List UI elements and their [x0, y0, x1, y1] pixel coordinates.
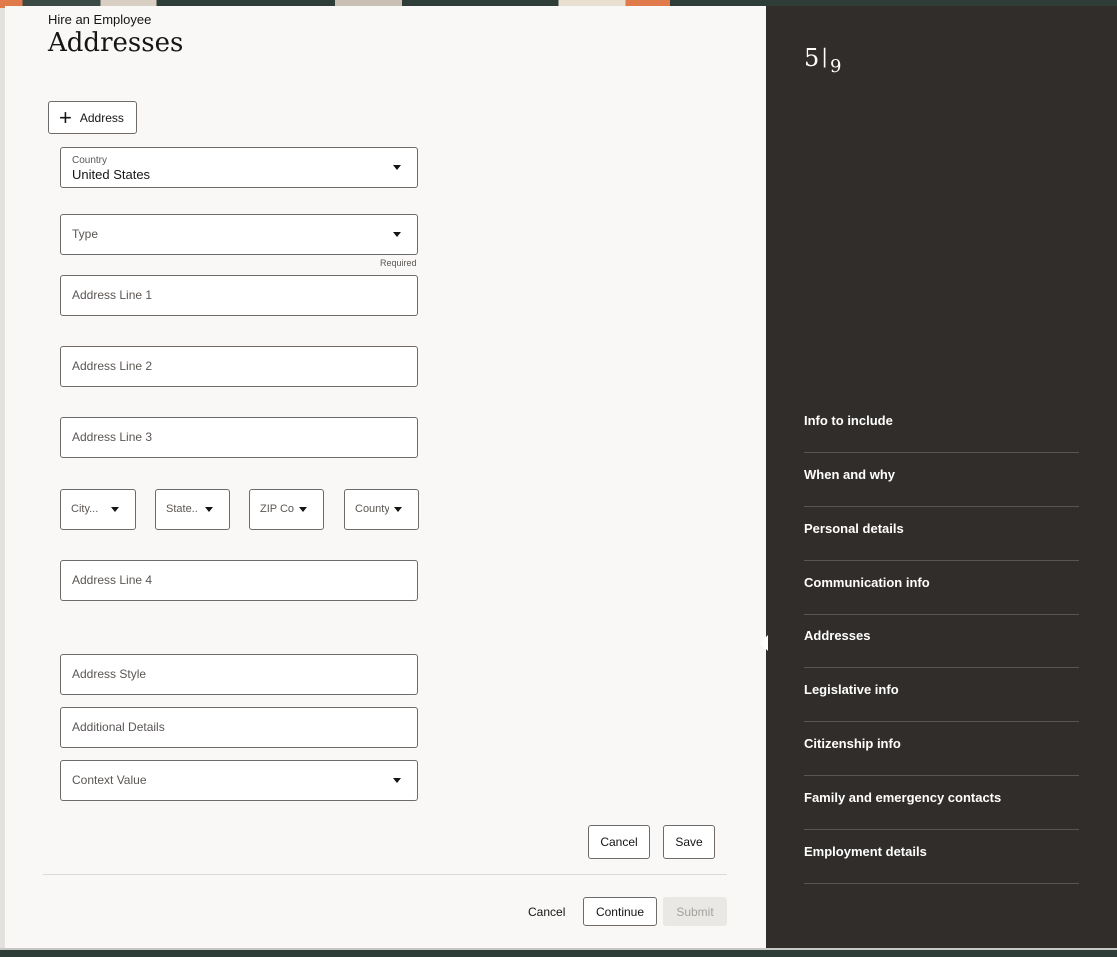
- form-cancel-button[interactable]: Cancel: [588, 825, 650, 859]
- continue-button[interactable]: Continue: [583, 897, 657, 926]
- address-line-2-placeholder: Address Line 2: [72, 359, 153, 373]
- step-label: Info to include: [804, 413, 893, 428]
- total-steps: 9: [830, 56, 842, 77]
- current-step: 5: [804, 44, 820, 72]
- address-line-2-input[interactable]: Address Line 2: [60, 346, 418, 387]
- active-step-pointer: [760, 635, 768, 651]
- additional-details-placeholder: Additional Details: [72, 720, 165, 734]
- city-placeholder: City...: [71, 503, 99, 515]
- plus-icon: +: [59, 104, 72, 130]
- address-style-input[interactable]: Address Style: [60, 654, 418, 695]
- address-line-3-placeholder: Address Line 3: [72, 430, 153, 444]
- bottom-edge: [0, 948, 1117, 957]
- step-citizenship-info[interactable]: Citizenship info: [804, 723, 1079, 776]
- chevron-down-icon: [299, 507, 307, 512]
- address-line-1-placeholder: Address Line 1: [72, 288, 153, 302]
- chevron-down-icon: [111, 507, 119, 512]
- address-style-placeholder: Address Style: [72, 667, 147, 681]
- step-when-and-why[interactable]: When and why: [804, 454, 1079, 507]
- step-label: Legislative info: [804, 682, 899, 697]
- page-eyebrow: Hire an Employee: [48, 12, 152, 27]
- step-legislative-info[interactable]: Legislative info: [804, 669, 1079, 722]
- country-select[interactable]: Country United States: [60, 147, 418, 188]
- address-line-4-input[interactable]: Address Line 4: [60, 560, 418, 601]
- chevron-down-icon: [394, 507, 402, 512]
- zip-placeholder: ZIP Co: [260, 503, 295, 515]
- footer-cancel-button[interactable]: Cancel: [528, 905, 565, 919]
- step-label: Addresses: [804, 628, 871, 643]
- county-placeholder: County: [355, 503, 389, 515]
- step-addresses[interactable]: Addresses: [804, 615, 1079, 668]
- step-label: Personal details: [804, 521, 904, 536]
- context-value-placeholder: Context Value: [72, 773, 147, 787]
- additional-details-input[interactable]: Additional Details: [60, 707, 418, 748]
- add-address-button[interactable]: + Address: [48, 101, 137, 134]
- step-label: When and why: [804, 467, 895, 482]
- step-counter: 5 | 9: [804, 44, 841, 77]
- step-label: Employment details: [804, 844, 927, 859]
- add-address-label: Address: [79, 110, 124, 125]
- page-title: Addresses: [48, 28, 184, 58]
- country-label: Country: [72, 155, 108, 166]
- step-label: Citizenship info: [804, 736, 901, 751]
- type-select[interactable]: Type: [60, 214, 418, 255]
- form-save-button[interactable]: Save: [663, 825, 715, 859]
- required-note: Required: [380, 258, 417, 268]
- submit-button[interactable]: Submit: [663, 897, 727, 926]
- country-value: United States: [72, 167, 151, 182]
- context-value-select[interactable]: Context Value: [60, 760, 418, 801]
- chevron-down-icon: [393, 232, 401, 237]
- city-select[interactable]: City...: [60, 489, 136, 530]
- address-line-4-placeholder: Address Line 4: [72, 573, 153, 587]
- footer-divider: [43, 874, 727, 875]
- county-select[interactable]: County: [344, 489, 419, 530]
- chevron-down-icon: [393, 165, 401, 170]
- zip-select[interactable]: ZIP Co: [249, 489, 324, 530]
- state-select[interactable]: State..: [155, 489, 230, 530]
- step-communication-info[interactable]: Communication info: [804, 562, 1079, 615]
- chevron-down-icon: [393, 778, 401, 783]
- step-label: Communication info: [804, 575, 930, 590]
- type-placeholder: Type: [72, 227, 99, 241]
- step-separator: |: [821, 44, 829, 68]
- main-panel: Hire an Employee Addresses + Address Cou…: [5, 6, 766, 948]
- address-line-1-input[interactable]: Address Line 1: [60, 275, 418, 316]
- chevron-down-icon: [205, 507, 213, 512]
- step-label: Family and emergency contacts: [804, 790, 1002, 805]
- step-family-and-emergency-contacts[interactable]: Family and emergency contacts: [804, 777, 1079, 830]
- state-placeholder: State..: [166, 503, 198, 515]
- step-employment-details[interactable]: Employment details: [804, 831, 1079, 884]
- step-personal-details[interactable]: Personal details: [804, 508, 1079, 561]
- address-line-3-input[interactable]: Address Line 3: [60, 417, 418, 458]
- step-info-to-include[interactable]: Info to include: [804, 400, 1079, 453]
